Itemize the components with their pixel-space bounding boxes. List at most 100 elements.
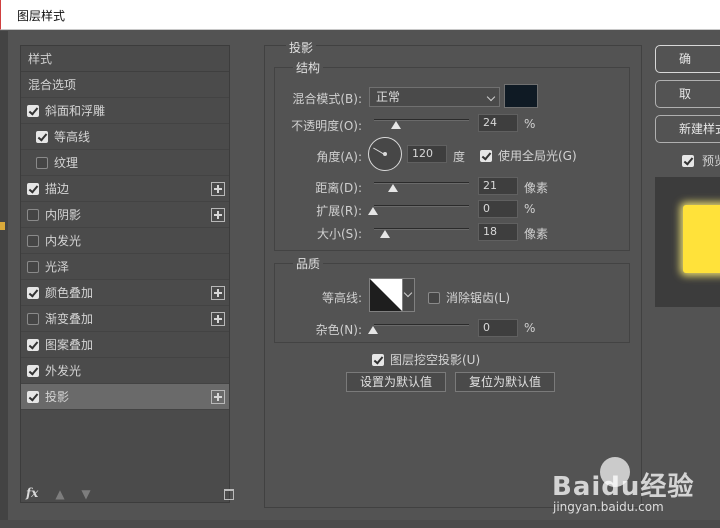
knockout-checkbox[interactable]	[372, 353, 384, 366]
quality-title: 品质	[293, 255, 324, 272]
style-checkbox[interactable]	[27, 312, 39, 325]
preview-swatch	[683, 205, 720, 273]
style-checkbox[interactable]	[27, 390, 39, 403]
noise-input[interactable]: 0	[478, 319, 518, 337]
move-up-icon[interactable]: ▲	[54, 488, 66, 500]
style-item-2[interactable]: 纹理	[21, 150, 229, 176]
trash-icon[interactable]	[224, 489, 234, 500]
styles-header[interactable]: 样式	[21, 46, 229, 72]
contour-picker[interactable]	[369, 278, 403, 312]
opacity-label: 不透明度(O):	[291, 119, 362, 133]
add-style-icon[interactable]	[211, 390, 225, 404]
noise-slider-thumb[interactable]	[368, 326, 378, 334]
new-style-button[interactable]: 新建样式	[655, 115, 720, 143]
shadow-color-swatch[interactable]	[504, 84, 538, 108]
style-item-label: 描边	[45, 182, 70, 196]
style-checkbox[interactable]	[27, 260, 39, 273]
blend-options-item[interactable]: 混合选项	[21, 72, 229, 98]
style-item-5[interactable]: 内发光	[21, 228, 229, 254]
blend-mode-label: 混合模式(B):	[292, 92, 362, 106]
style-checkbox[interactable]	[27, 286, 39, 299]
anti-alias-option[interactable]: 消除锯齿(L)	[428, 289, 510, 306]
style-preview	[655, 177, 720, 307]
noise-slider[interactable]	[374, 324, 469, 326]
style-item-0[interactable]: 斜面和浮雕	[21, 98, 229, 124]
style-item-6[interactable]: 光泽	[21, 254, 229, 280]
style-item-label: 内阴影	[45, 208, 82, 222]
style-item-7[interactable]: 颜色叠加	[21, 280, 229, 306]
style-item-10[interactable]: 外发光	[21, 358, 229, 384]
size-label: 大小(S):	[316, 227, 362, 241]
ok-button[interactable]: 确	[655, 45, 720, 73]
styles-toolbar: fx ▲ ▼	[20, 483, 240, 507]
section-title: 投影	[286, 39, 317, 56]
angle-unit: 度	[453, 150, 466, 164]
spread-label: 扩展(R):	[316, 204, 362, 218]
style-item-label: 内发光	[45, 234, 82, 248]
distance-slider-thumb[interactable]	[388, 184, 398, 192]
spread-unit: %	[524, 202, 536, 216]
style-checkbox[interactable]	[27, 104, 39, 117]
cancel-button[interactable]: 取	[655, 80, 720, 108]
knockout-option[interactable]: 图层挖空投影(U)	[372, 351, 480, 368]
angle-dial[interactable]	[368, 137, 402, 171]
distance-input[interactable]: 21	[478, 177, 518, 195]
preview-option[interactable]: 预览	[682, 152, 720, 169]
contour-dropdown[interactable]	[403, 278, 415, 312]
style-item-3[interactable]: 描边	[21, 176, 229, 202]
style-item-4[interactable]: 内阴影	[21, 202, 229, 228]
opacity-input[interactable]: 24	[478, 114, 518, 132]
style-item-label: 图案叠加	[45, 338, 94, 352]
watermark-brand: Baidu经验	[552, 472, 695, 502]
style-item-label: 纹理	[54, 156, 79, 170]
reset-default-button[interactable]: 复位为默认值	[455, 372, 555, 392]
style-checkbox[interactable]	[36, 156, 48, 169]
anti-alias-checkbox[interactable]	[428, 291, 440, 304]
add-style-icon[interactable]	[211, 286, 225, 300]
style-item-label: 颜色叠加	[45, 286, 94, 300]
size-slider-thumb[interactable]	[380, 230, 390, 238]
distance-unit: 像素	[524, 181, 549, 195]
spread-input[interactable]: 0	[478, 200, 518, 218]
add-style-icon[interactable]	[211, 182, 225, 196]
bottom-strip	[0, 520, 720, 528]
style-checkbox[interactable]	[27, 208, 39, 221]
set-default-button[interactable]: 设置为默认值	[346, 372, 446, 392]
watermark-url: jingyan.baidu.com	[553, 500, 664, 514]
size-unit: 像素	[524, 227, 549, 241]
style-item-label: 斜面和浮雕	[45, 104, 106, 118]
style-item-label: 投影	[45, 390, 70, 404]
opacity-slider[interactable]	[374, 119, 469, 121]
fx-icon[interactable]: fx	[26, 486, 38, 500]
style-checkbox[interactable]	[36, 130, 48, 143]
window-title: 图层样式	[17, 9, 66, 23]
canvas-edge	[0, 31, 8, 528]
add-style-icon[interactable]	[211, 312, 225, 326]
title-bar: 图层样式	[0, 0, 720, 30]
style-checkbox[interactable]	[27, 234, 39, 247]
move-down-icon[interactable]: ▼	[80, 488, 92, 500]
style-item-label: 光泽	[45, 260, 70, 274]
style-item-label: 渐变叠加	[45, 312, 94, 326]
contour-label: 等高线:	[321, 291, 362, 305]
style-item-label: 等高线	[54, 130, 91, 144]
style-checkbox[interactable]	[27, 182, 39, 195]
blend-mode-select[interactable]: 正常	[369, 87, 500, 107]
global-light-option[interactable]: 使用全局光(G)	[480, 147, 577, 164]
spread-slider[interactable]	[374, 205, 469, 207]
style-item-11[interactable]: 投影	[21, 384, 229, 410]
style-item-label: 外发光	[45, 364, 82, 378]
noise-unit: %	[524, 321, 536, 335]
angle-input[interactable]: 120	[407, 145, 447, 163]
add-style-icon[interactable]	[211, 208, 225, 222]
style-checkbox[interactable]	[27, 364, 39, 377]
size-input[interactable]: 18	[478, 223, 518, 241]
global-light-checkbox[interactable]	[480, 149, 492, 162]
style-item-8[interactable]: 渐变叠加	[21, 306, 229, 332]
preview-checkbox[interactable]	[682, 154, 694, 167]
style-item-9[interactable]: 图案叠加	[21, 332, 229, 358]
opacity-slider-thumb[interactable]	[391, 121, 401, 129]
style-checkbox[interactable]	[27, 338, 39, 351]
style-item-1[interactable]: 等高线	[21, 124, 229, 150]
spread-slider-thumb[interactable]	[368, 207, 378, 215]
